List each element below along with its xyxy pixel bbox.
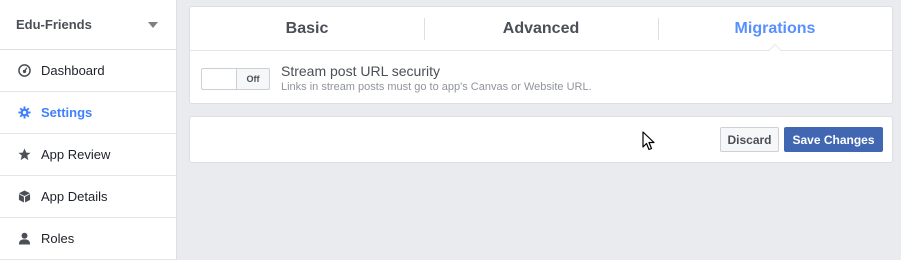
setting-row: Off Stream post URL security Links in st…	[190, 51, 892, 94]
tab-bar: Basic Advanced Migrations	[190, 7, 892, 51]
sidebar-item-app-details[interactable]: App Details	[0, 176, 176, 218]
sidebar-item-label: App Details	[41, 189, 108, 204]
tab-basic[interactable]: Basic	[190, 7, 424, 50]
app-selector[interactable]: Edu-Friends	[0, 0, 176, 50]
mouse-cursor-icon	[642, 131, 655, 151]
action-bar: Discard Save Changes	[189, 116, 893, 163]
setting-text: Stream post URL security Links in stream…	[281, 63, 592, 94]
setting-title: Stream post URL security	[281, 63, 440, 79]
tab-label: Migrations	[734, 19, 816, 37]
sidebar-item-label: Roles	[41, 231, 75, 246]
stream-url-security-toggle[interactable]: Off	[201, 68, 270, 90]
tab-migrations[interactable]: Migrations	[658, 7, 892, 51]
sidebar-item-settings[interactable]: Settings	[0, 92, 176, 134]
sidebar-item-dashboard[interactable]: Dashboard	[0, 50, 176, 92]
active-tab-pointer	[768, 44, 782, 51]
sidebar-item-label: App Review	[41, 147, 111, 162]
save-changes-button[interactable]: Save Changes	[784, 127, 883, 152]
app-name: Edu-Friends	[16, 17, 92, 32]
person-icon	[17, 232, 31, 246]
chevron-down-icon[interactable]	[148, 21, 158, 28]
sidebar-item-app-review[interactable]: App Review	[0, 134, 176, 176]
sidebar-item-label: Dashboard	[41, 63, 105, 78]
dashboard-icon	[17, 64, 31, 78]
settings-panel: Basic Advanced Migrations Off Stream pos…	[189, 6, 893, 104]
setting-description: Links in stream posts must go to app's C…	[281, 81, 592, 93]
gear-icon	[17, 106, 31, 120]
tab-advanced[interactable]: Advanced	[424, 7, 658, 50]
cube-icon	[17, 190, 31, 204]
toggle-knob	[202, 69, 237, 89]
discard-button[interactable]: Discard	[720, 127, 779, 152]
toggle-state: Off	[246, 74, 260, 84]
star-icon	[17, 148, 31, 162]
sidebar: Edu-Friends Dashboard Settings App Revie…	[0, 0, 177, 260]
sidebar-item-label: Settings	[41, 105, 93, 120]
sidebar-item-roles[interactable]: Roles	[0, 218, 176, 260]
